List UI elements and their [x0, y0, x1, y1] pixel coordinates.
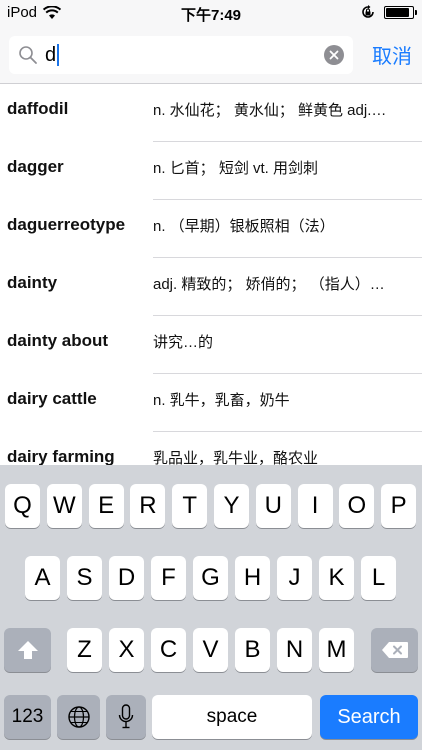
list-item[interactable]: daffodil n. 水仙花； 黄水仙； 鲜黄色 adj.… [0, 84, 422, 142]
definition-label: 乳品业，乳牛业，酪农业 [153, 450, 319, 465]
globe-key[interactable] [57, 695, 100, 739]
list-item[interactable]: dagger n. 匕首； 短剑 vt. 用剑刺 [0, 142, 422, 200]
key-c[interactable]: C [151, 628, 186, 672]
definition-label: 讲究…的 [153, 334, 214, 351]
definition-label: n. 匕首； 短剑 vt. 用剑刺 [153, 160, 319, 177]
list-item[interactable]: dairy farming 乳品业，乳牛业，酪农业 [0, 432, 422, 465]
battery-fill [386, 7, 410, 17]
list-item[interactable]: dainty adj. 精致的； 娇俏的； （指人）… [0, 258, 422, 316]
key-q[interactable]: Q [5, 484, 40, 528]
key-s[interactable]: S [67, 556, 102, 600]
key-e[interactable]: E [88, 484, 124, 528]
text-caret [57, 44, 60, 66]
key-n[interactable]: N [277, 628, 312, 672]
key-j[interactable]: J [277, 556, 312, 600]
search-header: d 取消 [0, 28, 422, 84]
key-w[interactable]: W [46, 484, 82, 528]
status-bar: iPod 下午7:49 [0, 0, 422, 28]
key-b[interactable]: B [235, 628, 270, 672]
key-v[interactable]: V [193, 628, 228, 672]
battery-icon [384, 5, 417, 19]
delete-backspace-icon [381, 642, 408, 658]
key-f[interactable]: F [151, 556, 186, 600]
rotation-lock-icon [362, 5, 374, 18]
list-item[interactable]: dainty about 讲究…的 [0, 316, 422, 374]
search-key[interactable]: Search [320, 695, 418, 739]
key-l[interactable]: L [361, 556, 396, 600]
search-input-value: d [45, 43, 57, 66]
cancel-button[interactable]: 取消 [372, 40, 412, 69]
definition-label: n. 乳牛，乳畜，奶牛 [153, 392, 290, 409]
clear-x-icon [329, 50, 339, 60]
numbers-key[interactable]: 123 [4, 695, 51, 739]
word-label: dainty about [7, 331, 109, 350]
key-r[interactable]: R [130, 484, 166, 528]
definition-label: n. 水仙花； 黄水仙； 鲜黄色 adj.… [153, 102, 387, 119]
key-y[interactable]: Y [214, 484, 249, 528]
definition-label: n. （早期）银板照相（法） [153, 218, 335, 235]
word-label: daffodil [7, 99, 69, 118]
globe-icon [67, 706, 90, 728]
status-right [360, 4, 417, 20]
dictation-key[interactable] [106, 695, 146, 739]
clear-icon[interactable] [324, 45, 344, 65]
key-i[interactable]: I [297, 484, 333, 528]
keyboard: 123 space Search QWERTYUIOP ASDFGHJKL ZXCV… [0, 465, 422, 750]
key-a[interactable]: A [25, 556, 60, 600]
key-o[interactable]: O [339, 484, 375, 528]
key-h[interactable]: H [235, 556, 270, 600]
list-item[interactable]: daguerreotype n. （早期）银板照相（法） [0, 200, 422, 258]
key-k[interactable]: K [319, 556, 354, 600]
word-label: dairy farming [7, 447, 115, 465]
key-u[interactable]: U [255, 484, 291, 528]
battery-tip [415, 9, 417, 15]
key-t[interactable]: T [172, 484, 208, 528]
microphone-icon [118, 704, 134, 729]
shift-icon [17, 641, 38, 659]
delete-key[interactable] [371, 628, 418, 672]
word-label: dagger [7, 157, 64, 176]
space-key[interactable]: space [152, 695, 312, 739]
search-input[interactable]: d [45, 40, 315, 70]
word-label: daguerreotype [7, 215, 126, 234]
key-m[interactable]: M [319, 628, 354, 672]
definition-label: adj. 精致的； 娇俏的； （指人）… [153, 276, 385, 293]
status-time: 下午7:49 [180, 7, 242, 24]
search-box[interactable]: d [9, 36, 353, 74]
key-z[interactable]: Z [67, 628, 102, 672]
key-g[interactable]: G [193, 556, 228, 600]
shift-key[interactable] [4, 628, 51, 672]
word-label: dainty [7, 273, 58, 292]
word-list[interactable]: daffodil n. 水仙花； 黄水仙； 鲜黄色 adj.… dagger n. 匕… [0, 84, 422, 465]
search-icon [19, 46, 37, 64]
key-p[interactable]: P [381, 484, 417, 528]
key-d[interactable]: D [109, 556, 144, 600]
word-label: dairy cattle [7, 389, 97, 408]
list-item[interactable]: dairy cattle n. 乳牛，乳畜，奶牛 [0, 374, 422, 432]
key-x[interactable]: X [109, 628, 144, 672]
